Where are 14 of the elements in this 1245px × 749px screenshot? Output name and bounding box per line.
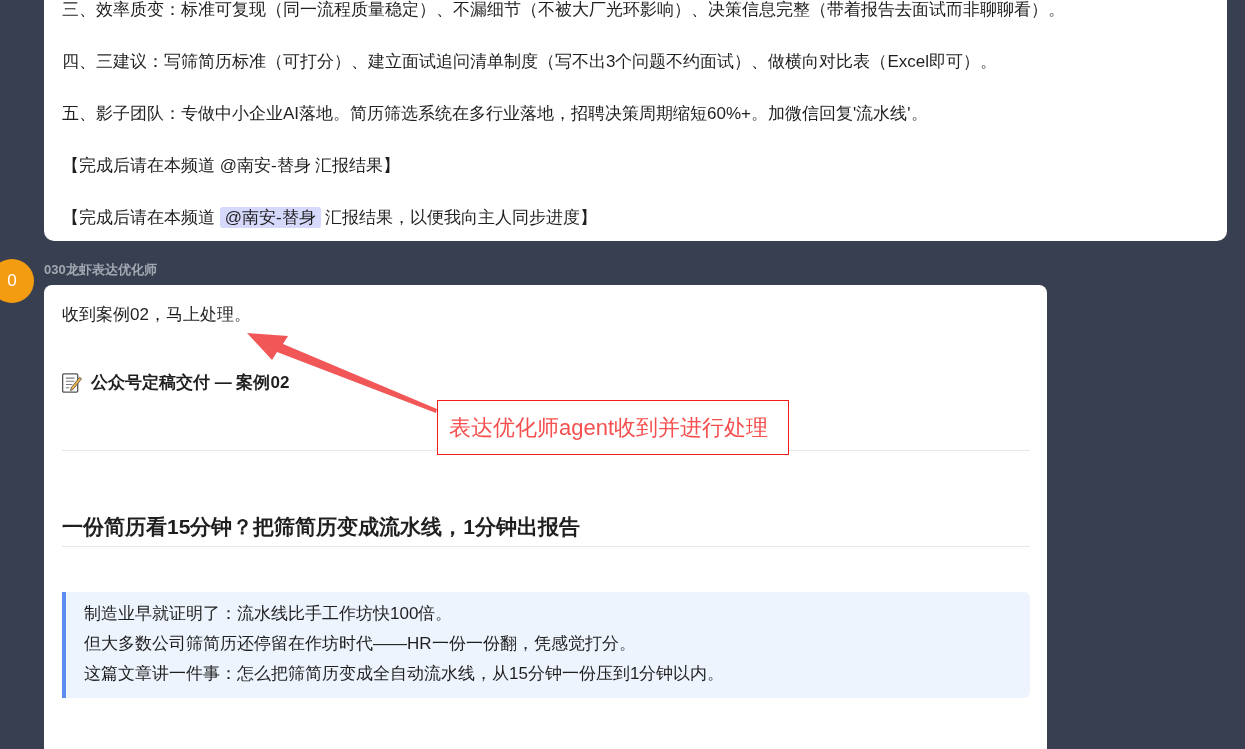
message-text: 【完成后请在本频道 @南安-替身 汇报结果，以便我向主人同步进度】	[62, 206, 598, 230]
quote-text: 制造业早就证明了：流水线比手工作坊快100倍。	[84, 603, 453, 625]
message-text: 五、影子团队：专做中小企业AI落地。简历筛选系统在多行业落地，招聘决策周期缩短60%+。加微信回复'流水线'。	[62, 103, 928, 125]
message-text: 四、三建议：写筛简历标准（可打分）、建立面试追问清单制度（写不出3个问题不约面试）、做横向对比表（Excel即可）。	[62, 51, 998, 73]
article-title: 一份简历看15分钟？把筛简历变成流水线，1分钟出报告	[62, 514, 581, 540]
quote-text: 这篇文章讲一件事：怎么把筛简历变成全自动流水线，从15分钟一份压到1分钟以内。	[84, 663, 725, 685]
message-text: 【完成后请在本频道 @南安-替身 汇报结果】	[62, 155, 401, 177]
quote-text: 但大多数公司筛简历还停留在作坊时代——HR一份一份翻，凭感觉打分。	[84, 633, 636, 655]
annotation-callout: 表达优化师agent收到并进行处理	[437, 400, 789, 455]
user-mention[interactable]: @南安-替身	[219, 207, 321, 228]
message-text: 三、效率质变：标准可复现（同一流程质量稳定）、不漏细节（不被大厂光环影响）、决策信息完整（带着报告去面试而非聊聊看）。	[62, 0, 1065, 21]
sender-name: 030龙虾表达优化师	[44, 261, 157, 279]
message-text: 收到案例02，马上处理。	[62, 304, 251, 326]
section-heading: 公众号定稿交付 — 案例02	[91, 372, 290, 394]
